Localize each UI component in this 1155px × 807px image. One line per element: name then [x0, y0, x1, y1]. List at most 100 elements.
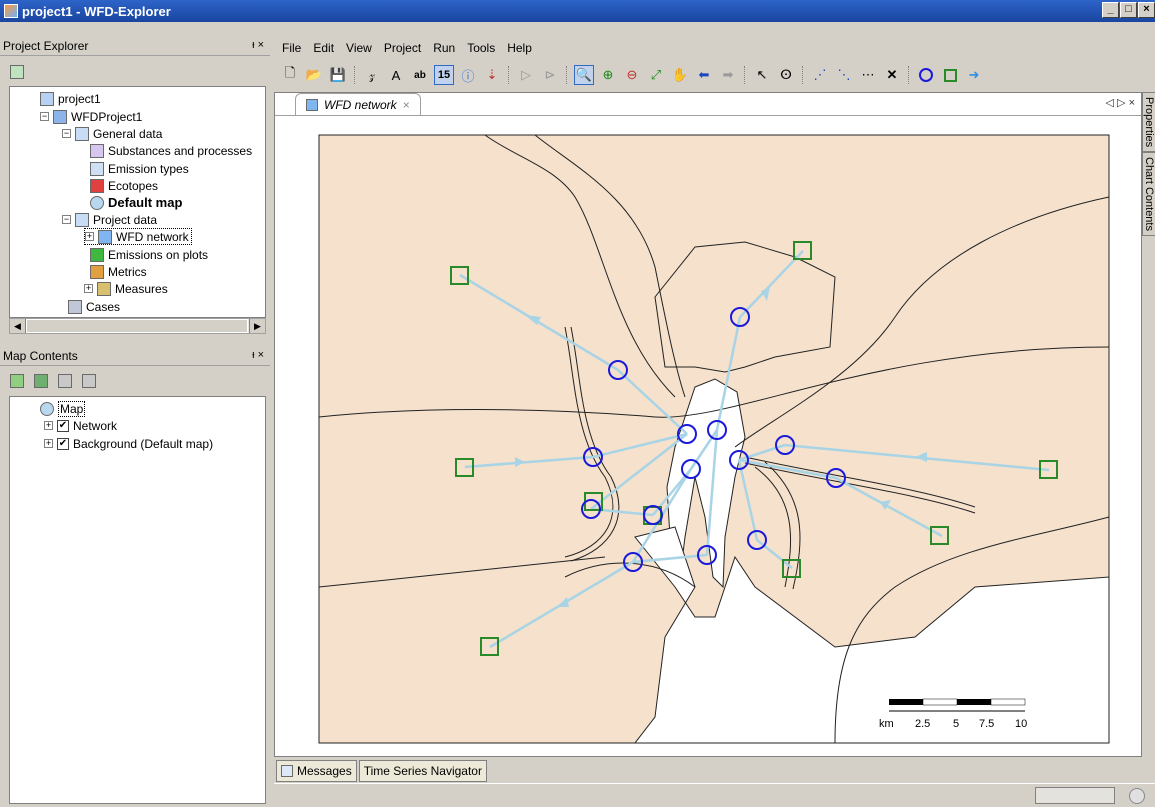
add-square-node-icon[interactable]	[940, 65, 960, 85]
tree-item-default-map[interactable]: Default map	[90, 194, 182, 211]
scroll-right-arrow-icon[interactable]: ▶	[249, 319, 265, 333]
tab-chart-contents[interactable]: Chart Contents	[1142, 152, 1155, 237]
tree-item-emission-types[interactable]: Emission types	[90, 160, 189, 177]
tree-item-metrics[interactable]: Metrics	[90, 263, 147, 280]
zoom-in-icon[interactable]: ⊕	[598, 65, 618, 85]
tree-item-measures[interactable]: + Measures	[84, 280, 168, 297]
tab-time-series-navigator[interactable]: Time Series Navigator	[358, 760, 487, 782]
import-icon[interactable]: ⇣	[482, 65, 502, 85]
tab-wfd-network[interactable]: WFD network ×	[295, 93, 421, 115]
scroll-left-arrow-icon[interactable]: ◀	[10, 319, 26, 333]
expand-icon[interactable]: +	[85, 232, 94, 241]
horizontal-scrollbar[interactable]: ◀ ▶	[9, 318, 266, 334]
panel-pin-close[interactable]: ᵻ ×	[252, 349, 264, 361]
maximize-button[interactable]: □	[1120, 2, 1137, 18]
project-explorer-title: Project Explorer	[3, 38, 89, 53]
panel-pin-close[interactable]: ᵻ ×	[252, 39, 264, 51]
menu-run[interactable]: Run	[433, 41, 455, 55]
toolbar-separator	[744, 66, 746, 84]
add-link-icon[interactable]: ➜	[964, 65, 984, 85]
network-icon	[306, 98, 318, 111]
tab-navigation[interactable]: ◁ ▷ ×	[1106, 96, 1135, 109]
toolbar-separator	[908, 66, 910, 84]
select-icon[interactable]: ↖	[752, 65, 772, 85]
expand-icon[interactable]: +	[44, 421, 53, 430]
zoom-window-icon[interactable]: 🔍	[574, 65, 594, 85]
back-arrow-icon[interactable]: ⬅	[694, 65, 714, 85]
close-button[interactable]: ×	[1138, 2, 1155, 18]
tree-item-general-data[interactable]: − General data	[62, 125, 162, 142]
sync-icon[interactable]	[10, 65, 24, 79]
collapse-icon[interactable]: −	[62, 215, 71, 224]
map-icon	[90, 195, 104, 210]
add-layer-group-icon[interactable]	[34, 374, 48, 388]
folder-icon	[75, 126, 89, 141]
pan-icon[interactable]: ✋	[670, 65, 690, 85]
tree-item-substances[interactable]: Substances and processes	[90, 142, 252, 159]
tab-properties[interactable]: Properties	[1142, 92, 1155, 153]
menu-tools[interactable]: Tools	[467, 41, 495, 55]
tree-item-wfd-network[interactable]: + WFD network	[84, 228, 192, 245]
lasso-icon[interactable]: ⵙ	[776, 65, 796, 85]
forward-arrow-icon[interactable]: ➡	[718, 65, 738, 85]
minimize-button[interactable]: _	[1102, 2, 1119, 18]
info-icon[interactable]: ⓘ	[458, 65, 478, 85]
layer-visibility-checkbox[interactable]: ✔	[57, 419, 69, 432]
map-contents-title: Map Contents	[3, 348, 78, 363]
menu-view[interactable]: View	[346, 41, 372, 55]
collapse-icon[interactable]: −	[62, 129, 71, 138]
scroll-thumb[interactable]	[26, 319, 248, 333]
menu-file[interactable]: File	[282, 41, 301, 55]
menu-project[interactable]: Project	[384, 41, 421, 55]
add-circle-node-icon[interactable]	[916, 65, 936, 85]
calendar-icon[interactable]: 15	[434, 65, 454, 85]
measures-icon	[97, 281, 111, 296]
menu-help[interactable]: Help	[507, 41, 532, 55]
scale-label: 10	[1015, 718, 1027, 730]
expand-icon[interactable]: +	[44, 439, 53, 448]
new-file-icon[interactable]: 🗋	[280, 65, 300, 85]
add-vertex-icon[interactable]: ⋰	[810, 65, 830, 85]
tab-divider	[275, 115, 1141, 116]
collapse-icon[interactable]: −	[40, 112, 49, 121]
tab-messages[interactable]: Messages	[276, 760, 357, 782]
bottom-tab-strip: Messages Time Series Navigator	[276, 760, 487, 782]
layer-properties-icon[interactable]	[82, 374, 96, 388]
expand-icon[interactable]: +	[84, 284, 93, 293]
fast-forward-icon[interactable]: ⊳	[540, 65, 560, 85]
layer-item-network[interactable]: + ✔ Network	[44, 417, 117, 434]
substances-icon	[90, 143, 104, 158]
folder-icon	[53, 109, 67, 124]
toolbar-separator	[354, 66, 356, 84]
move-vertex-icon[interactable]: ⋱	[834, 65, 854, 85]
tree-item-project1[interactable]: project1	[40, 90, 101, 107]
layer-item-map[interactable]: Map	[40, 400, 86, 417]
open-folder-icon[interactable]: 📂	[304, 65, 324, 85]
scale-label: 2.5	[915, 718, 930, 730]
label-ab-icon[interactable]: ab	[410, 65, 430, 85]
menu-edit[interactable]: Edit	[313, 41, 334, 55]
map-canvas[interactable]: km 2.5 5 7.5 10	[275, 117, 1141, 757]
save-icon[interactable]: 💾	[328, 65, 348, 85]
delete-icon[interactable]: ✕	[882, 65, 902, 85]
insert-vertex-icon[interactable]: ⋯	[858, 65, 878, 85]
tree-item-cases[interactable]: Cases	[68, 298, 120, 315]
layer-visibility-checkbox[interactable]: ✔	[57, 437, 69, 450]
play-icon[interactable]: ▷	[516, 65, 536, 85]
tree-item-emissions-on-plots[interactable]: Emissions on plots	[90, 246, 208, 263]
zoom-extent-icon[interactable]: ⤢	[646, 65, 666, 85]
label-tool-icon[interactable]: 𝓏	[362, 65, 382, 85]
tree-item-wfdproject1[interactable]: − WFDProject1	[40, 108, 142, 125]
tree-item-project-data[interactable]: − Project data	[62, 211, 157, 228]
messages-icon	[281, 765, 293, 777]
tree-item-ecotopes[interactable]: Ecotopes	[90, 177, 158, 194]
zoom-out-icon[interactable]: ⊖	[622, 65, 642, 85]
remove-layer-icon[interactable]	[58, 374, 72, 388]
map-icon	[40, 401, 54, 416]
text-tool-icon[interactable]: A	[386, 65, 406, 85]
add-layer-icon[interactable]	[10, 374, 24, 388]
metrics-icon	[90, 264, 104, 279]
map-contents-header: Map Contents ᵻ ×	[0, 346, 270, 366]
tab-close-icon[interactable]: ×	[403, 98, 410, 112]
layer-item-background[interactable]: + ✔ Background (Default map)	[44, 435, 213, 452]
